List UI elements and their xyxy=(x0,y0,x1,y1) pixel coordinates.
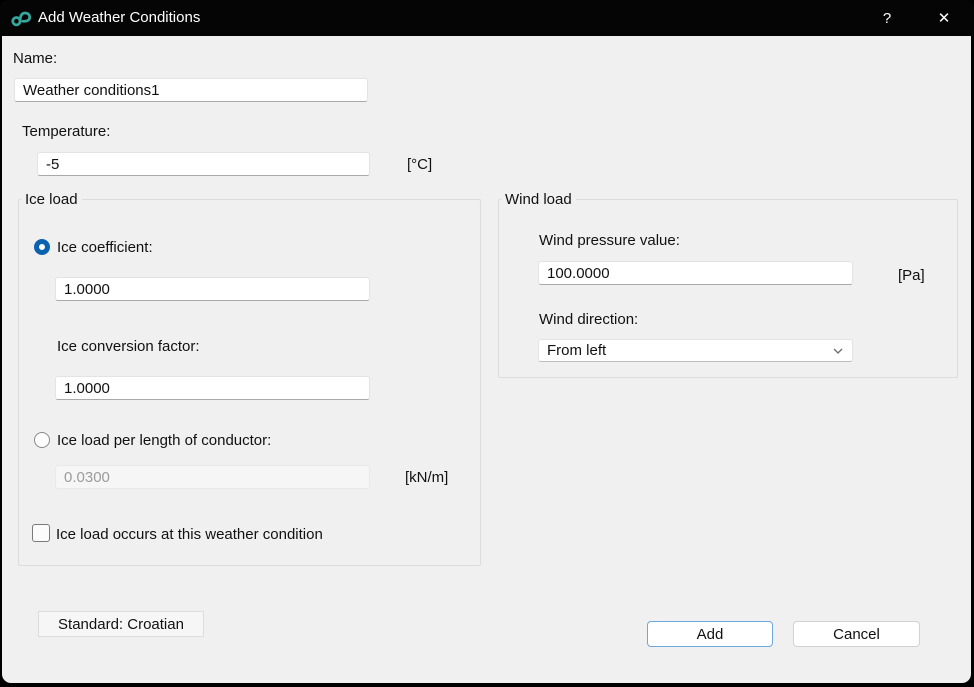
wind-pressure-unit: [Pa] xyxy=(898,267,925,284)
name-input[interactable] xyxy=(14,78,368,102)
ice-per-length-label: Ice load per length of conductor: xyxy=(57,432,271,449)
name-label: Name: xyxy=(13,50,57,67)
ice-coefficient-label: Ice coefficient: xyxy=(57,239,153,256)
cancel-button[interactable]: Cancel xyxy=(793,621,920,647)
ice-per-length-radio[interactable] xyxy=(34,432,50,448)
title-bar: Add Weather Conditions ? ✕ xyxy=(0,0,974,36)
ice-occurs-checkbox[interactable] xyxy=(32,524,50,542)
close-button[interactable]: ✕ xyxy=(921,0,967,36)
standard-indicator: Standard: Croatian xyxy=(38,611,204,637)
help-button[interactable]: ? xyxy=(864,0,910,36)
ice-conversion-input[interactable] xyxy=(55,376,370,400)
temperature-input[interactable] xyxy=(37,152,370,176)
wind-pressure-label: Wind pressure value: xyxy=(539,232,680,249)
wind-direction-value: From left xyxy=(547,342,606,359)
ice-occurs-label: Ice load occurs at this weather conditio… xyxy=(56,526,323,543)
ice-per-length-input[interactable] xyxy=(55,465,370,489)
wind-direction-select[interactable]: From left xyxy=(538,339,853,362)
window-title: Add Weather Conditions xyxy=(38,9,200,26)
add-button[interactable]: Add xyxy=(647,621,773,647)
ice-coefficient-input[interactable] xyxy=(55,277,370,301)
wind-direction-label: Wind direction: xyxy=(539,311,638,328)
ice-per-length-unit: [kN/m] xyxy=(405,469,448,486)
ice-coefficient-radio[interactable] xyxy=(34,239,50,255)
ice-conversion-label: Ice conversion factor: xyxy=(57,338,200,355)
app-logo-icon xyxy=(10,7,32,29)
wind-load-group-title: Wind load xyxy=(501,191,576,208)
temperature-unit: [°C] xyxy=(407,156,432,173)
chevron-down-icon xyxy=(832,345,844,357)
temperature-label: Temperature: xyxy=(22,123,110,140)
ice-load-group-title: Ice load xyxy=(21,191,82,208)
dialog-window: Add Weather Conditions ? ✕ Name: Tempera… xyxy=(0,0,974,687)
wind-pressure-input[interactable] xyxy=(538,261,853,285)
